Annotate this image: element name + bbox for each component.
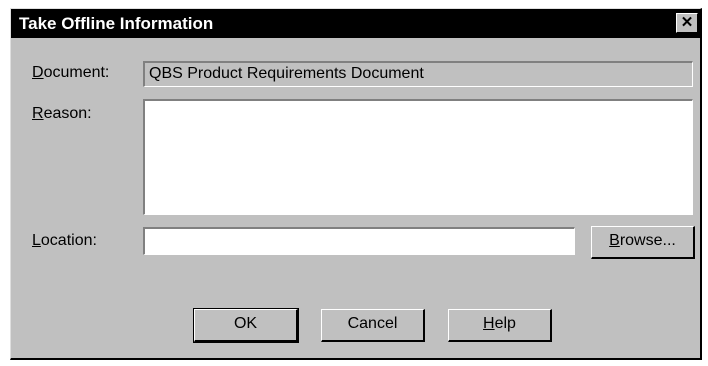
- document-label: Document:: [32, 64, 109, 82]
- location-label-mnemonic: L: [32, 232, 41, 249]
- reason-label-mnemonic: R: [32, 105, 44, 122]
- browse-mnemonic: B: [609, 232, 620, 249]
- close-icon: ✕: [680, 14, 694, 31]
- take-offline-dialog: Take Offline Information ✕ Document: QBS…: [10, 8, 702, 360]
- help-label: elp: [494, 315, 516, 332]
- location-input[interactable]: [143, 227, 575, 255]
- document-field: QBS Product Requirements Document: [143, 61, 693, 87]
- browse-label: rowse...: [619, 232, 676, 249]
- browse-button[interactable]: Browse...: [591, 226, 695, 259]
- location-label: Location:: [32, 232, 97, 250]
- document-label-text: ocument:: [43, 64, 110, 81]
- close-button[interactable]: ✕: [676, 13, 698, 33]
- cancel-label: Cancel: [347, 315, 398, 332]
- location-label-text: ocation:: [40, 232, 97, 249]
- document-label-mnemonic: D: [32, 64, 44, 81]
- help-mnemonic: H: [483, 315, 495, 332]
- ok-button[interactable]: OK: [193, 308, 299, 343]
- document-value: QBS Product Requirements Document: [149, 65, 424, 82]
- ok-label: OK: [233, 315, 258, 332]
- cancel-button[interactable]: Cancel: [321, 309, 425, 342]
- reason-textarea[interactable]: [143, 99, 693, 215]
- dialog-title: Take Offline Information: [19, 14, 214, 33]
- title-bar: Take Offline Information ✕: [11, 9, 700, 38]
- reason-label: Reason:: [32, 105, 92, 123]
- help-button[interactable]: Help: [448, 309, 552, 342]
- reason-label-text: eason:: [43, 105, 92, 122]
